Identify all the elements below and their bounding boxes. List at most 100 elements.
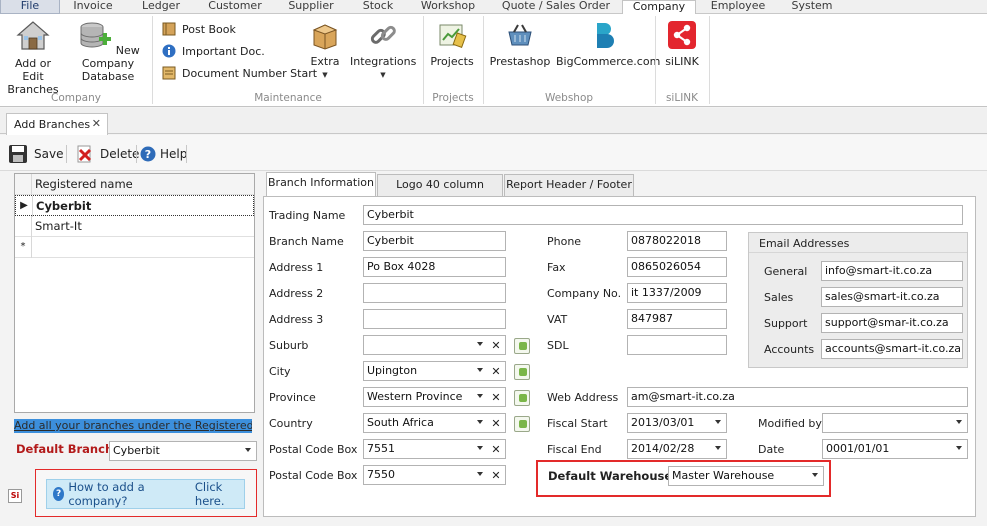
web-address-field[interactable]: am@smart-it.co.za <box>627 387 968 407</box>
chevron-down-icon[interactable] <box>812 473 818 477</box>
tab-branch-information[interactable]: Branch Information <box>266 172 376 197</box>
chevron-down-icon[interactable] <box>477 446 483 450</box>
document-number-start-button[interactable]: Document Number Start <box>162 64 317 82</box>
si-icon[interactable]: Si <box>8 489 22 503</box>
table-row[interactable]: ▶ Cyberbit <box>15 195 254 217</box>
grid-cell[interactable]: Smart-It <box>33 216 82 237</box>
menu-tab-employee[interactable]: Employee <box>704 0 772 14</box>
table-row-new[interactable]: * <box>15 237 254 258</box>
add-city-button[interactable] <box>514 364 530 380</box>
postal-code-box2-select[interactable]: 7550 ✕ <box>363 465 506 485</box>
company-no-field[interactable]: it 1337/2009 <box>627 283 727 303</box>
chevron-down-icon[interactable] <box>956 446 962 450</box>
column-header-registered-name[interactable]: Registered name <box>33 174 133 195</box>
prestashop-button[interactable]: Prestashop <box>488 20 552 68</box>
address3-field[interactable] <box>363 309 506 329</box>
email-support-field[interactable]: support@smar-it.co.za <box>821 313 963 333</box>
help-text[interactable]: How to add a company? <box>68 480 181 508</box>
add-edit-branches-button[interactable]: Add or Edit Branches <box>4 20 62 96</box>
tab-add-branches[interactable]: Add Branches ✕ <box>6 113 108 135</box>
branch-name-field[interactable]: Cyberbit <box>363 231 506 251</box>
chevron-down-icon[interactable] <box>245 448 251 452</box>
toolbar-separator <box>186 145 187 163</box>
postal-code-box1-select[interactable]: 7551 ✕ <box>363 439 506 459</box>
save-button[interactable]: Save <box>8 144 63 164</box>
tab-logo-40-column-printer[interactable]: Logo 40 column printer <box>377 174 503 211</box>
address1-field[interactable]: Po Box 4028 <box>363 257 506 277</box>
menu-tab-file[interactable]: File <box>0 0 60 14</box>
default-warehouse-select[interactable]: Master Warehouse <box>668 466 824 486</box>
click-here-link[interactable]: Click here. <box>195 480 244 508</box>
sdl-field[interactable] <box>627 335 727 355</box>
city-select[interactable]: Upington ✕ <box>363 361 506 381</box>
grid-header: Registered name <box>15 174 254 195</box>
chevron-down-icon[interactable] <box>477 472 483 476</box>
silink-button[interactable]: siLINK <box>660 20 704 68</box>
email-general-field[interactable]: info@smart-it.co.za <box>821 261 963 281</box>
phone-field[interactable]: 0878022018 <box>627 231 727 251</box>
modified-by-select[interactable] <box>822 413 968 433</box>
grid-cell[interactable] <box>33 237 35 258</box>
fiscal-start-date-picker[interactable]: 2013/03/01 <box>627 413 727 433</box>
clear-icon[interactable]: ✕ <box>489 415 503 432</box>
clear-icon[interactable]: ✕ <box>489 363 503 380</box>
chevron-down-icon[interactable] <box>477 394 483 398</box>
clear-icon[interactable]: ✕ <box>489 389 503 406</box>
fiscal-end-date-picker[interactable]: 2014/02/28 <box>627 439 727 459</box>
menu-tab-invoice[interactable]: Invoice <box>62 0 124 14</box>
add-country-button[interactable] <box>514 416 530 432</box>
add-province-button[interactable] <box>514 390 530 406</box>
email-sales-field[interactable]: sales@smart-it.co.za <box>821 287 963 307</box>
menu-tab-ledger[interactable]: Ledger <box>130 0 192 14</box>
province-select[interactable]: Western Province ✕ <box>363 387 506 407</box>
menu-tab-supplier[interactable]: Supplier <box>278 0 344 14</box>
important-doc-button[interactable]: Important Doc. <box>162 42 265 60</box>
integrations-dropdown-button[interactable]: Integrations ▼ <box>350 20 416 82</box>
clear-icon[interactable]: ✕ <box>489 337 503 354</box>
help-link[interactable]: ? How to add a company? Click here. <box>46 479 245 509</box>
default-branch-label: Default Branch <box>16 442 114 456</box>
suburb-select[interactable]: ✕ <box>363 335 506 355</box>
post-book-button[interactable]: Post Book <box>162 20 236 38</box>
menu-tab-customer[interactable]: Customer <box>200 0 270 14</box>
chevron-down-icon[interactable] <box>477 342 483 346</box>
branches-grid[interactable]: Registered name ▶ Cyberbit Smart-It * <box>14 173 255 413</box>
default-branch-select[interactable]: Cyberbit <box>109 441 257 461</box>
address2-field[interactable] <box>363 283 506 303</box>
extra-dropdown-button[interactable]: Extra ▼ <box>304 20 346 82</box>
country-select[interactable]: South Africa ✕ <box>363 413 506 433</box>
tab-report-header-footer[interactable]: Report Header / Footer <box>504 174 634 196</box>
projects-button[interactable]: Projects <box>428 20 476 68</box>
vat-field[interactable]: 847987 <box>627 309 727 329</box>
chevron-down-icon[interactable] <box>477 420 483 424</box>
date-picker[interactable]: 0001/01/01 <box>822 439 968 459</box>
trading-name-field[interactable]: Cyberbit <box>363 205 963 225</box>
fax-field[interactable]: 0865026054 <box>627 257 727 277</box>
fiscal-start-label: Fiscal Start <box>547 417 608 430</box>
clear-icon[interactable]: ✕ <box>489 441 503 458</box>
chevron-down-icon[interactable] <box>956 420 962 424</box>
new-company-database-button[interactable]: New Company Database <box>70 20 146 83</box>
bigcommerce-button[interactable]: BigCommerce.com <box>556 20 660 68</box>
ribbon-separator <box>423 16 424 104</box>
box-icon <box>312 24 338 50</box>
add-suburb-button[interactable] <box>514 338 530 354</box>
ribbon-group-company-label: Company <box>51 92 101 104</box>
menu-tab-system[interactable]: System <box>782 0 842 14</box>
help-button[interactable]: ? Help <box>140 144 187 164</box>
modified-by-label: Modified by <box>758 417 822 430</box>
menu-tab-stock[interactable]: Stock <box>352 0 404 14</box>
delete-button[interactable]: Delete <box>76 144 139 164</box>
chevron-down-icon[interactable] <box>477 368 483 372</box>
email-accounts-field[interactable]: accounts@smart-it.co.za <box>821 339 963 359</box>
chevron-down-icon[interactable] <box>715 446 721 450</box>
menu-tab-company[interactable]: Company <box>622 0 696 15</box>
menu-tab-workshop[interactable]: Workshop <box>414 0 482 14</box>
chevron-down-icon[interactable] <box>715 420 721 424</box>
table-row[interactable]: Smart-It <box>15 216 254 237</box>
close-icon[interactable]: ✕ <box>92 117 101 130</box>
branch-name-label: Branch Name <box>269 235 344 248</box>
menu-tab-quote[interactable]: Quote / Sales Order <box>494 0 618 14</box>
grid-cell[interactable]: Cyberbit <box>34 196 91 217</box>
clear-icon[interactable]: ✕ <box>489 467 503 484</box>
